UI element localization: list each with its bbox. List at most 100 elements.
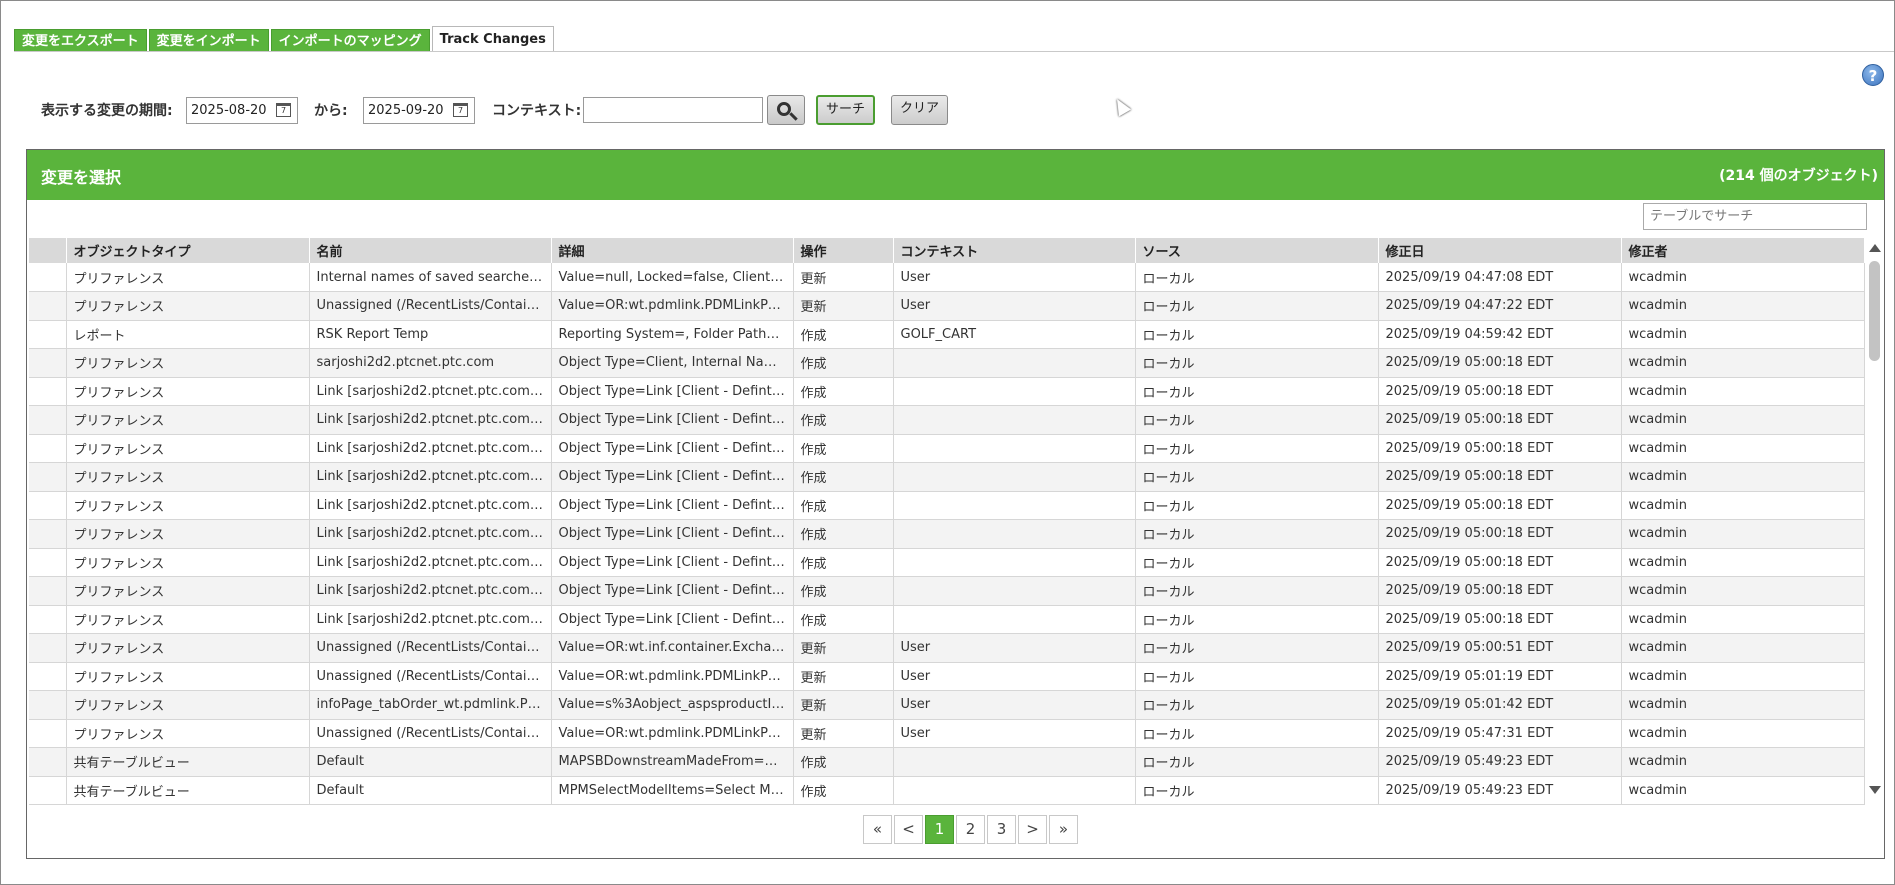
tab-import-changes[interactable]: 変更をインポート xyxy=(148,29,269,52)
table-row[interactable]: プリファレンス Unassigned (/RecentLists/Contain.… xyxy=(29,633,1865,663)
table-row[interactable]: プリファレンス Unassigned (/RecentLists/Contain.… xyxy=(29,719,1865,748)
cell-modified-by: wcadmin xyxy=(1621,263,1865,292)
row-select-cell[interactable] xyxy=(29,434,67,463)
next-page-button[interactable]: > xyxy=(1018,815,1047,844)
cell-object-type: プリファレンス xyxy=(66,348,310,378)
cell-modified-date: 2025/09/19 05:00:18 EDT xyxy=(1378,605,1622,634)
pagination: « < 1 2 3 > » xyxy=(863,815,1080,844)
context-search-button[interactable] xyxy=(767,95,805,125)
table-row[interactable]: プリファレンス Link [sarjoshi2d2.ptcnet.ptc.com … xyxy=(29,491,1865,520)
table-row[interactable]: プリファレンス sarjoshi2d2.ptcnet.ptc.com Object … xyxy=(29,348,1865,378)
cell-source: ローカル xyxy=(1135,348,1379,378)
cell-modified-date: 2025/09/19 05:00:18 EDT xyxy=(1378,491,1622,520)
first-page-button[interactable]: « xyxy=(863,815,892,844)
clear-button[interactable]: クリア xyxy=(891,95,949,125)
scroll-down-icon[interactable] xyxy=(1869,786,1881,794)
column-header-modified-by[interactable]: 修正者 xyxy=(1621,238,1865,263)
table-row[interactable]: プリファレンス Link [sarjoshi2d2.ptcnet.ptc.com … xyxy=(29,576,1865,606)
column-header-context[interactable]: コンテキスト xyxy=(893,238,1136,263)
row-select-cell[interactable] xyxy=(29,491,67,520)
table-row[interactable]: プリファレンス Unassigned (/RecentLists/Contain.… xyxy=(29,291,1865,321)
column-header-modified-date[interactable]: 修正日 xyxy=(1378,238,1622,263)
row-select-cell[interactable] xyxy=(29,320,67,349)
tab-export-changes[interactable]: 変更をエクスポート xyxy=(14,29,147,52)
help-icon[interactable]: ? xyxy=(1862,64,1884,86)
from-date-field[interactable]: 2025-08-20 7 xyxy=(186,97,298,124)
search-button[interactable]: サーチ xyxy=(816,95,876,125)
row-select-cell[interactable] xyxy=(29,348,67,378)
row-select-cell[interactable] xyxy=(29,263,67,292)
cell-name: Default xyxy=(309,776,552,805)
select-column-header[interactable] xyxy=(29,238,67,263)
row-select-cell[interactable] xyxy=(29,776,67,805)
row-select-cell[interactable] xyxy=(29,719,67,748)
tab-import-mapping[interactable]: インポートのマッピング xyxy=(270,29,430,52)
tab-track-changes[interactable]: Track Changes xyxy=(431,26,554,52)
column-header-details[interactable]: 詳細 xyxy=(551,238,794,263)
column-header-name[interactable]: 名前 xyxy=(309,238,552,263)
table-row[interactable]: レポート RSK Report Temp Reporting System=, Fo… xyxy=(29,320,1865,349)
cell-operation: 更新 xyxy=(793,690,894,720)
row-select-cell[interactable] xyxy=(29,605,67,634)
row-select-cell[interactable] xyxy=(29,576,67,606)
table-row[interactable]: 共有テーブルビュー Default MPMSelectModelItems=Sele… xyxy=(29,776,1865,805)
scroll-thumb[interactable] xyxy=(1869,261,1880,361)
cell-source: ローカル xyxy=(1135,491,1379,520)
row-select-cell[interactable] xyxy=(29,662,67,691)
prev-page-button[interactable]: < xyxy=(894,815,923,844)
table-row[interactable]: プリファレンス Link [sarjoshi2d2.ptcnet.ptc.com … xyxy=(29,434,1865,463)
cell-object-type: 共有テーブルビュー xyxy=(66,747,310,777)
row-select-cell[interactable] xyxy=(29,519,67,549)
cell-modified-by: wcadmin xyxy=(1621,320,1865,349)
cell-source: ローカル xyxy=(1135,434,1379,463)
to-date-field[interactable]: 2025-09-20 7 xyxy=(363,97,475,124)
row-select-cell[interactable] xyxy=(29,462,67,492)
cell-modified-by: wcadmin xyxy=(1621,377,1865,406)
row-select-cell[interactable] xyxy=(29,548,67,577)
cell-context xyxy=(893,776,1136,805)
table-row[interactable]: プリファレンス Link [sarjoshi2d2.ptcnet.ptc.com … xyxy=(29,605,1865,634)
row-select-cell[interactable] xyxy=(29,291,67,321)
cell-modified-date: 2025/09/19 05:00:51 EDT xyxy=(1378,633,1622,663)
cell-name: Unassigned (/RecentLists/Contain... xyxy=(309,662,552,691)
cell-source: ローカル xyxy=(1135,776,1379,805)
cell-name: Link [sarjoshi2d2.ptcnet.ptc.com - ... xyxy=(309,462,552,492)
column-header-source[interactable]: ソース xyxy=(1135,238,1379,263)
row-select-cell[interactable] xyxy=(29,690,67,720)
period-label: 表示する変更の期間: xyxy=(41,103,173,119)
table-row[interactable]: プリファレンス Link [sarjoshi2d2.ptcnet.ptc.com … xyxy=(29,405,1865,435)
table-row[interactable]: プリファレンス Link [sarjoshi2d2.ptcnet.ptc.com … xyxy=(29,548,1865,577)
context-input[interactable] xyxy=(583,97,763,123)
column-header-operation[interactable]: 操作 xyxy=(793,238,894,263)
cell-name: RSK Report Temp xyxy=(309,320,552,349)
calendar-icon[interactable]: 7 xyxy=(453,103,468,117)
table-row[interactable]: プリファレンス Internal names of saved searches … xyxy=(29,263,1865,292)
page-3-button[interactable]: 3 xyxy=(987,815,1016,844)
row-select-cell[interactable] xyxy=(29,747,67,777)
vertical-scrollbar[interactable] xyxy=(1866,238,1883,798)
column-header-object-type[interactable]: オブジェクトタイプ xyxy=(66,238,310,263)
table-search-input[interactable] xyxy=(1643,203,1867,230)
row-select-cell[interactable] xyxy=(29,405,67,435)
calendar-icon[interactable]: 7 xyxy=(276,103,291,117)
cell-name: Link [sarjoshi2d2.ptcnet.ptc.com - ... xyxy=(309,405,552,435)
row-select-cell[interactable] xyxy=(29,377,67,406)
cell-context xyxy=(893,491,1136,520)
row-select-cell[interactable] xyxy=(29,633,67,663)
cell-source: ローカル xyxy=(1135,405,1379,435)
table-row[interactable]: プリファレンス Link [sarjoshi2d2.ptcnet.ptc.com … xyxy=(29,462,1865,492)
page-1-button[interactable]: 1 xyxy=(925,815,954,844)
cell-context xyxy=(893,576,1136,606)
last-page-button[interactable]: » xyxy=(1049,815,1078,844)
cell-operation: 作成 xyxy=(793,320,894,349)
table-row[interactable]: プリファレンス infoPage_tabOrder_wt.pdmlink.PD..… xyxy=(29,690,1865,720)
table-row[interactable]: プリファレンス Link [sarjoshi2d2.ptcnet.ptc.com … xyxy=(29,377,1865,406)
table-row[interactable]: プリファレンス Link [sarjoshi2d2.ptcnet.ptc.com … xyxy=(29,519,1865,549)
table-row[interactable]: 共有テーブルビュー Default MAPSBDownstreamMadeFrom=… xyxy=(29,747,1865,777)
cell-operation: 更新 xyxy=(793,263,894,292)
page-2-button[interactable]: 2 xyxy=(956,815,985,844)
cell-source: ローカル xyxy=(1135,719,1379,748)
scroll-up-icon[interactable] xyxy=(1869,244,1881,252)
table-row[interactable]: プリファレンス Unassigned (/RecentLists/Contain.… xyxy=(29,662,1865,691)
cell-context xyxy=(893,548,1136,577)
